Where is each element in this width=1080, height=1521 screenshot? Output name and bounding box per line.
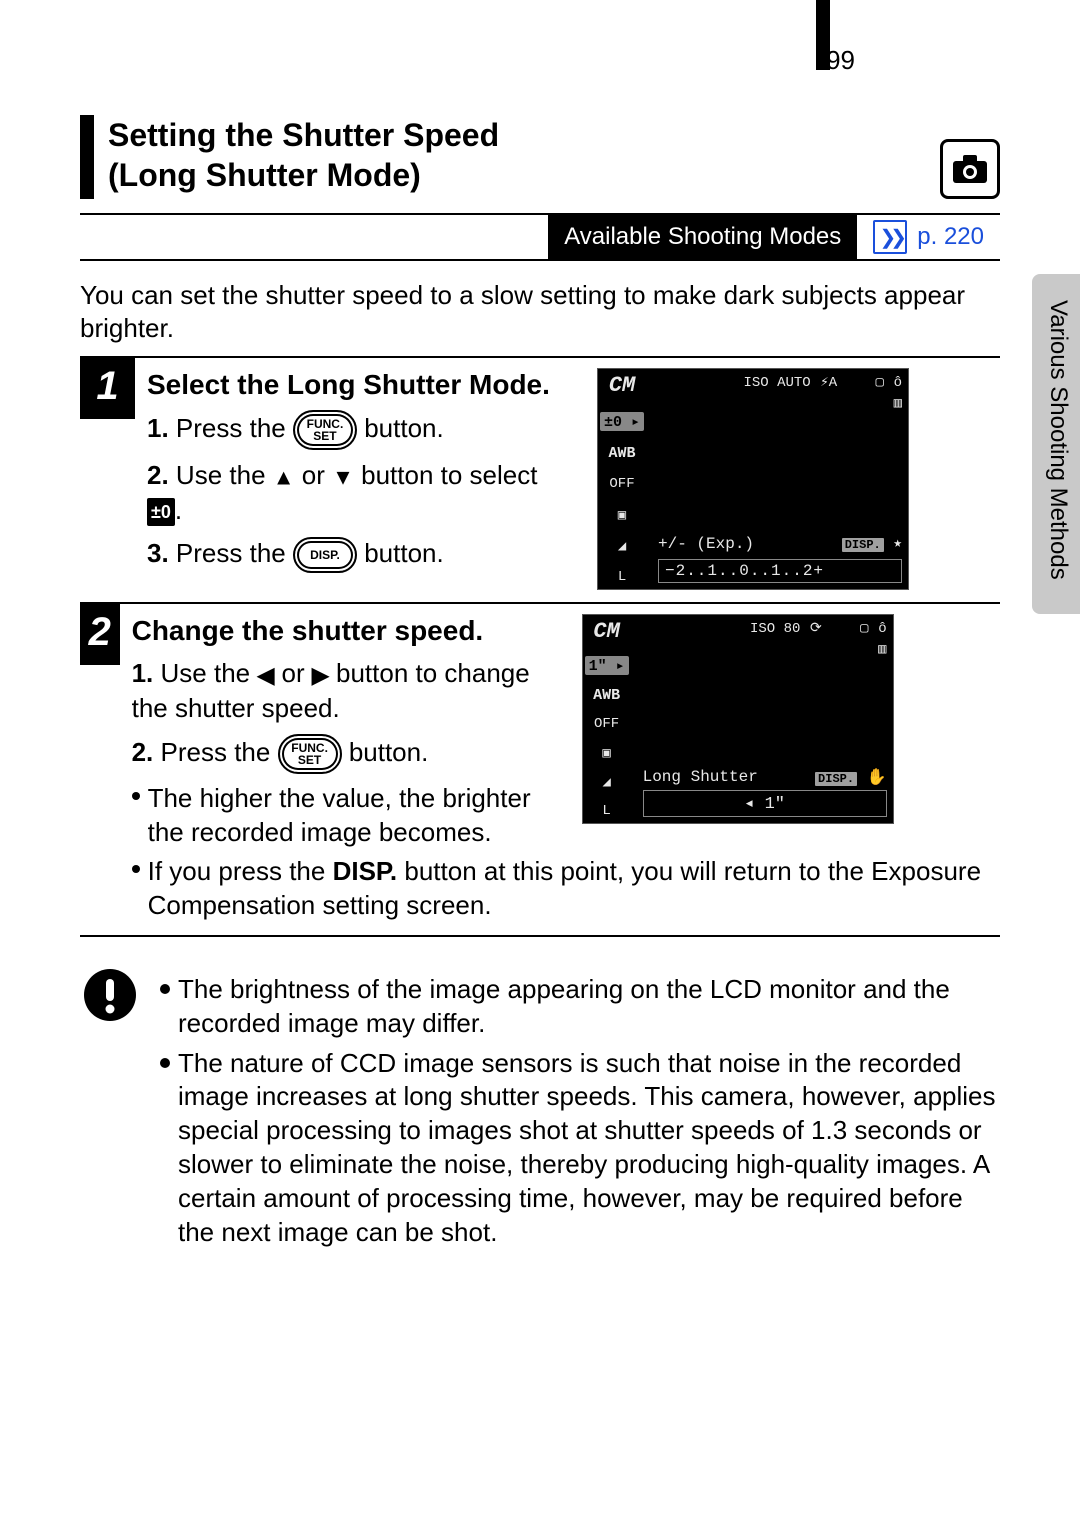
battery-icon: ▥ (894, 395, 902, 412)
mountain-icon: ◢ (618, 538, 626, 555)
step1-sub1: 1. Press the FUNC.SET button. (147, 410, 577, 450)
battery-icon: ▥ (878, 641, 886, 658)
step-number: 1 (80, 358, 135, 419)
modes-link-text: p. 220 (917, 223, 984, 251)
lcd1-caption-row: +/- (Exp.) DISP. ⭑ (658, 535, 902, 553)
lcd1-scale: −2..1..0..1..2+ (658, 559, 902, 583)
off-icon: OFF (609, 476, 634, 492)
intro-text: You can set the shutter speed to a slow … (80, 279, 1000, 344)
heading-text: Setting the Shutter Speed (Long Shutter … (108, 115, 940, 195)
section-label: Various Shooting Methods (1044, 300, 1072, 580)
step-number: 2 (80, 604, 120, 665)
down-arrow-icon: ▼ (332, 464, 354, 489)
func-set-button-icon: FUNC.SET (293, 410, 357, 450)
lcd2-left-column: CM 1" ▸ AWB OFF ▣ ◢ L (585, 619, 629, 819)
lcd2-shutter-badge: 1" ▸ (585, 656, 629, 675)
lcd1-left-column: CM ±0 ▸ AWB OFF ▣ ◢ L (600, 373, 644, 585)
modes-page-link[interactable]: ❯❯ p. 220 (857, 215, 1000, 259)
step2-sub2: 2. Press the FUNC.SET button. (132, 734, 562, 774)
warning-list: The brightness of the image appearing on… (160, 967, 1000, 1249)
manual-page: 99 Various Shooting Methods Setting the … (0, 0, 1080, 1521)
camera-icon (952, 154, 988, 184)
meter-icon: ▣ (618, 507, 626, 524)
camera-mode-icon (940, 139, 1000, 199)
disp-button-icon: DISP. (293, 537, 357, 573)
mountain-icon: ◢ (602, 774, 610, 791)
lcd-screenshot-1: CM ±0 ▸ AWB OFF ▣ ◢ L ISO AUTO (597, 368, 909, 590)
step1-sub3: 3. Press the DISP. button. (147, 536, 577, 573)
steps-box: 1 Select the Long Shutter Mode. 1. Press… (80, 356, 1000, 937)
heading-line2: (Long Shutter Mode) (108, 155, 940, 195)
page-number: 99 (826, 45, 855, 76)
double-chevron-icon: ❯❯ (873, 220, 907, 254)
heading-line1: Setting the Shutter Speed (108, 115, 940, 155)
meter-icon: ▣ (602, 745, 610, 762)
section-heading: Setting the Shutter Speed (Long Shutter … (80, 115, 1000, 199)
warning-icon (80, 967, 140, 1249)
modes-label: Available Shooting Modes (548, 215, 857, 259)
lcd1-exp-badge: ±0 ▸ (600, 412, 644, 431)
right-arrow-icon: ▶ (312, 662, 329, 687)
step-1: 1 Select the Long Shutter Mode. 1. Press… (80, 358, 1000, 602)
modes-row: Available Shooting Modes ❯❯ p. 220 (80, 213, 1000, 261)
left-arrow-icon: ◀ (257, 662, 274, 687)
lcd2-caption-row: Long Shutter DISP. ✋ (643, 767, 887, 787)
plus-minus-icon: ±0 (147, 498, 175, 526)
lcd-screenshot-2: CM 1" ▸ AWB OFF ▣ ◢ L ISO 80 (582, 614, 894, 824)
func-set-button-icon: FUNC.SET (278, 734, 342, 774)
step2-bullet1: The higher the value, the brighter the r… (132, 782, 562, 850)
lcd2-value: ◂ 1" (643, 790, 887, 817)
step2-sub1: 1. Use the ◀ or ▶ button to change the s… (132, 656, 562, 726)
step2-title: Change the shutter speed. (132, 614, 562, 648)
warning-block: The brightness of the image appearing on… (80, 967, 1000, 1249)
heading-bar (80, 115, 94, 199)
step1-sub2: 2. Use the ▲ or ▼ button to select ±0. (147, 458, 577, 528)
step2-bullet2: If you press the DISP. button at this po… (132, 855, 996, 923)
step-2: 2 Change the shutter speed. 1. Use the ◀… (80, 602, 1000, 935)
step1-title: Select the Long Shutter Mode. (147, 368, 577, 402)
up-arrow-icon: ▲ (273, 464, 295, 489)
